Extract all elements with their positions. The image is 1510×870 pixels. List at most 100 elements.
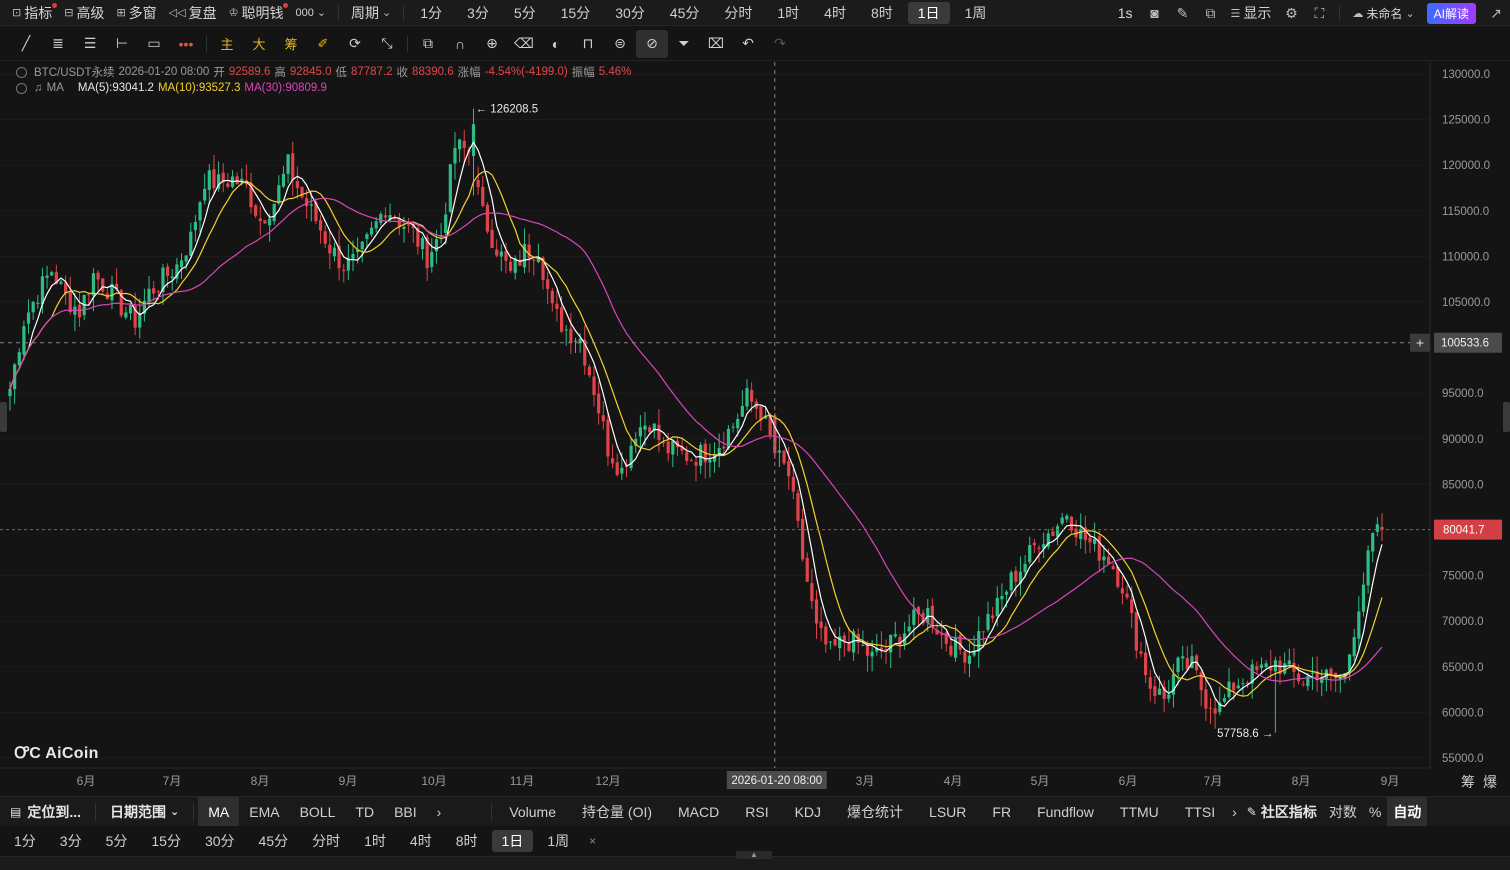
more-sub-indicators-icon[interactable]: › [1228,797,1241,827]
measure-icon[interactable]: ⤡ [371,30,403,58]
sub-indicator-0[interactable]: Volume [496,797,569,827]
left-panel-handle[interactable] [0,402,7,432]
bottom-period-tab-7[interactable]: 1时 [354,830,396,852]
main-indicator-boll[interactable]: BOLL [290,797,346,827]
close-period-bar-button[interactable]: × [579,826,606,856]
layer-icon[interactable]: ⊜ [604,30,636,58]
main-indicator-ma[interactable]: MA [198,796,240,827]
bottom-period-tab-2[interactable]: 5分 [96,830,138,852]
bottom-period-tab-9[interactable]: 8时 [446,830,488,852]
sub-indicator-10[interactable]: TTSI [1172,797,1228,827]
bottom-period-tab-8[interactable]: 4时 [400,830,442,852]
sub-indicator-9[interactable]: TTMU [1107,797,1172,827]
bell-icon[interactable]: ♫ [34,82,43,94]
eraser-icon[interactable]: ⌫ [508,30,540,58]
period-tab-1[interactable]: 3分 [457,2,499,24]
period-tab-9[interactable]: 8时 [861,2,903,24]
sub-indicator-3[interactable]: RSI [732,797,781,827]
sub-indicator-8[interactable]: Fundflow [1024,797,1107,827]
extension-button[interactable]: 000 ⌄ [289,0,332,26]
hide-drawings-icon[interactable]: ◐ [540,30,572,58]
log-scale-toggle[interactable]: 对数 [1323,797,1363,827]
period-tab-11[interactable]: 1周 [955,2,997,24]
date-range-button[interactable]: 日期范围 ⌄ [100,797,189,827]
smart-money-button[interactable]: ♔ 聪明钱 [223,0,290,26]
period-tab-10[interactable]: 1日 [907,1,950,24]
main-indicator-ema[interactable]: EMA [239,797,289,827]
bottom-period-tab-6[interactable]: 分时 [302,830,350,852]
percent-toggle[interactable]: % [1363,797,1387,827]
trash-icon[interactable]: ⌧ [700,30,732,58]
sub-indicator-6[interactable]: LSUR [916,797,979,827]
period-tab-2[interactable]: 5分 [504,2,546,24]
ma-indicator-name[interactable]: MA [47,82,64,94]
edit-drawing-icon[interactable]: ✐ [307,30,339,58]
rectangle-icon[interactable]: ▭ [138,30,170,58]
period-tab-7[interactable]: 1时 [767,2,809,24]
period-tab-4[interactable]: 30分 [605,2,655,24]
bottom-period-tab-11[interactable]: 1周 [537,830,579,852]
replay-button[interactable]: ◁◁ 复盘 [163,0,223,26]
main-indicator-td[interactable]: TD [345,797,384,827]
period-tab-6[interactable]: 分时 [714,2,762,24]
auto-scale-toggle[interactable]: 自动 [1387,796,1428,827]
period-tab-5[interactable]: 45分 [660,2,710,24]
filter-icon[interactable]: ⏷ [668,30,700,58]
sub-indicator-7[interactable]: FR [979,797,1024,827]
display-button[interactable]: ☰ 显示 [1225,0,1278,26]
undo-icon[interactable]: ↶ [732,30,764,58]
period-tab-3[interactable]: 15分 [551,2,601,24]
fullscreen-icon[interactable]: ⛶ [1305,0,1333,26]
pen-icon[interactable]: ✎ [1169,0,1197,26]
indicator-button[interactable]: ⊡ 指标 [6,0,58,26]
right-panel-handle[interactable] [1503,402,1510,432]
redo-icon[interactable]: ↷ [764,30,796,58]
interval-button[interactable]: 1s [1110,0,1141,26]
price-chart[interactable]: 130000.0 125000.0 120000.0 115000.0 110000.0… [0,62,1510,794]
zoom-icon[interactable]: ⊕ [476,30,508,58]
copy-icon[interactable]: ⧉ [412,30,444,58]
candlestick-chart[interactable]: 130000.0 125000.0 120000.0 115000.0 110000.0… [0,62,1510,794]
popout-icon[interactable]: ⧉ [1197,0,1225,26]
layout-button[interactable]: ☁ 未命名 ⌄ [1346,0,1420,26]
bottom-period-tab-5[interactable]: 45分 [249,830,299,852]
sub-indicator-2[interactable]: MACD [665,797,732,827]
advanced-button[interactable]: ⊟ 高级 [58,0,110,26]
ai-read-button[interactable]: AI解读 [1426,2,1476,24]
visibility-toggle-icon[interactable] [16,82,27,94]
magnet-icon[interactable]: ∩ [444,30,476,58]
multiwindow-button[interactable]: ⊞ 多窗 [110,0,162,26]
lock-icon[interactable]: ⊓ [572,30,604,58]
visibility-toggle-icon[interactable] [16,66,27,78]
bottom-period-tab-1[interactable]: 3分 [50,830,92,852]
period-menu-button[interactable]: 周期 ⌄ [345,0,397,26]
bottom-period-tab-10[interactable]: 1日 [491,830,534,852]
sub-indicator-1[interactable]: 持仓量 (OI) [569,797,665,827]
horizontal-ray-icon[interactable]: ⊢ [106,30,138,58]
period-tab-8[interactable]: 4时 [814,2,856,24]
share-icon[interactable]: ↗ [1482,0,1510,26]
period-tab-0[interactable]: 1分 [410,2,452,24]
sub-indicator-4[interactable]: KDJ [782,797,834,827]
camera-icon[interactable]: ◙ [1141,0,1169,26]
trend-line-icon[interactable]: ╱ [10,30,42,58]
sync-drawing-icon[interactable]: ⟳ [339,30,371,58]
horizontal-lines-icon[interactable]: ☰ [74,30,106,58]
bottom-period-tab-0[interactable]: 1分 [4,830,46,852]
collapse-panel-icon[interactable]: ▲ [736,851,772,859]
settings-icon[interactable]: ⚙ [1277,0,1305,26]
chip-toggle[interactable]: 筹 [275,30,307,58]
bottom-period-tab-3[interactable]: 15分 [141,830,191,852]
more-tools-icon[interactable]: ••• [170,30,202,58]
main-indicator-bbi[interactable]: BBI [384,797,427,827]
more-main-indicators-icon[interactable]: › [427,797,452,827]
main-chart-toggle[interactable]: 主 [211,30,243,58]
link-icon[interactable]: ⊘ [636,29,668,58]
candle-body [1051,531,1055,536]
big-order-toggle[interactable]: 大 [243,30,275,58]
bottom-period-tab-4[interactable]: 30分 [195,830,245,852]
community-indicators-button[interactable]: ✎ 社区指标 [1241,797,1323,827]
sub-indicator-5[interactable]: 爆仓统计 [834,797,916,827]
parallel-lines-icon[interactable]: ≣ [42,30,74,58]
locate-button[interactable]: ▤ 定位到... [0,797,91,827]
